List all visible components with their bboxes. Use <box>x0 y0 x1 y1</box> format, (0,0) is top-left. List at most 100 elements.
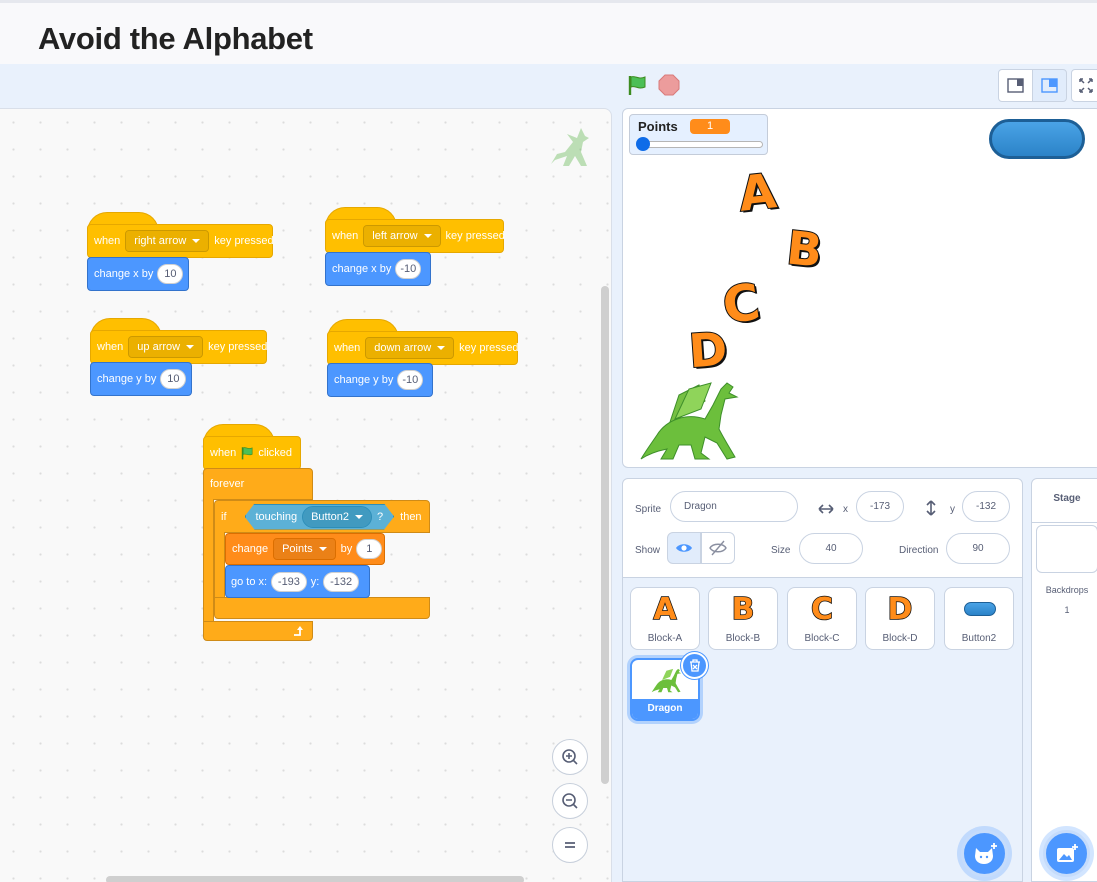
touching-block[interactable]: touching Button2 ? <box>245 504 395 530</box>
key-dropdown[interactable]: left arrow <box>363 225 441 247</box>
x-input[interactable]: -193 <box>271 571 307 592</box>
delete-sprite-button[interactable] <box>681 652 708 679</box>
trash-icon <box>689 659 700 672</box>
stage-canvas[interactable]: Points 1 A B C D <box>622 108 1097 468</box>
zoom-reset-button[interactable] <box>552 827 588 863</box>
choose-backdrop-icon <box>1056 843 1078 862</box>
if-footer <box>214 597 430 619</box>
size-label: Size <box>771 545 791 556</box>
change-y-block[interactable]: change y by -10 <box>327 363 433 397</box>
block-text: when <box>97 341 124 353</box>
block-text: clicked <box>258 447 292 459</box>
sprite-name: Block-C <box>804 633 840 644</box>
workspace-horizontal-scrollbar[interactable] <box>106 876 524 882</box>
y-input[interactable]: -132 <box>323 571 359 592</box>
zoom-in-button[interactable] <box>552 739 588 775</box>
monitor-label: Points <box>638 119 678 134</box>
when-key-pressed-block[interactable]: when down arrow key pressed <box>327 331 518 365</box>
sprite-tile-block-a[interactable]: A Block-A <box>630 587 700 650</box>
variable-dropdown[interactable]: Points <box>273 538 336 560</box>
key-dropdown[interactable]: up arrow <box>128 336 204 358</box>
small-stage-button[interactable] <box>998 69 1033 102</box>
block-text: by <box>340 543 353 555</box>
go-to-xy-block[interactable]: go to x: -193 y: -132 <box>225 565 370 598</box>
monitor-slider-thumb[interactable] <box>636 137 650 151</box>
y-label: y <box>950 504 955 515</box>
number-input[interactable]: 10 <box>157 264 184 284</box>
workspace-vertical-scrollbar[interactable] <box>601 286 609 784</box>
sprite-name: Block-A <box>647 633 683 644</box>
stage-toolbar <box>0 64 1097 108</box>
x-label: x <box>843 504 848 515</box>
forever-block[interactable]: forever <box>203 468 313 500</box>
sprite-tile-block-b[interactable]: B Block-B <box>708 587 778 650</box>
change-x-block[interactable]: change x by 10 <box>87 257 189 291</box>
scratch-editor: Avoid the Alphabet when right arrow key … <box>0 0 1097 882</box>
block-text: change y by <box>334 374 394 386</box>
choose-sprite-button[interactable] <box>961 830 1008 877</box>
letter-d-sprite[interactable]: D <box>686 321 730 380</box>
show-label: Show <box>635 545 661 556</box>
when-flag-clicked-block[interactable]: when clicked <box>203 436 301 470</box>
green-flag-icon[interactable] <box>626 74 648 96</box>
if-arm <box>214 532 225 600</box>
change-x-block[interactable]: change x by -10 <box>325 252 431 286</box>
sprite-tile-block-d[interactable]: D Block-D <box>865 587 935 650</box>
key-dropdown[interactable]: right arrow <box>125 230 210 252</box>
hide-sprite-button[interactable] <box>701 532 735 564</box>
if-then-block[interactable]: if touching Button2 ? then <box>214 500 430 533</box>
size-input[interactable]: 40 <box>799 533 863 564</box>
stage-target-pane[interactable]: Stage Backdrops 1 <box>1031 478 1097 882</box>
forever-footer <box>203 621 313 641</box>
block-text: when <box>94 235 121 247</box>
zoom-in-icon <box>562 749 578 765</box>
monitor-value: 1 <box>690 119 730 134</box>
loop-arrow-icon <box>294 626 303 636</box>
show-sprite-button[interactable] <box>667 532 701 564</box>
block-text: ? <box>377 510 384 523</box>
when-key-pressed-block[interactable]: when left arrow key pressed <box>325 219 505 253</box>
letter-c-sprite[interactable]: C <box>718 272 764 337</box>
change-y-block[interactable]: change y by 10 <box>90 362 192 396</box>
fullscreen-button[interactable] <box>1071 69 1097 102</box>
block-text: change x by <box>94 268 154 280</box>
letter-b-sprite[interactable]: B <box>783 219 826 278</box>
direction-input[interactable]: 90 <box>946 533 1010 564</box>
sprite-name-input[interactable]: Dragon <box>670 491 798 522</box>
button2-sprite[interactable] <box>989 119 1085 159</box>
sprite-thumbnail: C <box>810 591 834 628</box>
block-text: then <box>400 510 422 523</box>
number-input[interactable]: -10 <box>395 259 422 279</box>
normal-stage-button[interactable] <box>1032 69 1067 102</box>
green-flag-icon <box>242 447 253 460</box>
number-input[interactable]: 1 <box>356 539 383 559</box>
x-input[interactable]: -173 <box>856 491 904 522</box>
horizontal-arrows-icon <box>818 504 834 514</box>
button-thumbnail <box>964 602 996 616</box>
choose-backdrop-button[interactable] <box>1043 830 1090 877</box>
y-input[interactable]: -132 <box>962 491 1010 522</box>
block-text: change y by <box>97 373 157 385</box>
zoom-reset-icon <box>565 842 575 848</box>
key-dropdown[interactable]: down arrow <box>365 337 455 359</box>
number-input[interactable]: 10 <box>160 369 187 389</box>
eye-hidden-icon <box>709 540 727 556</box>
block-text: touching <box>255 510 298 523</box>
points-monitor: Points 1 <box>629 114 768 155</box>
zoom-out-button[interactable] <box>552 783 588 819</box>
stop-icon[interactable] <box>658 74 680 96</box>
sprite-tile-button2[interactable]: Button2 <box>944 587 1014 650</box>
stage-thumbnail[interactable] <box>1036 525 1097 573</box>
change-variable-block[interactable]: change Points by 1 <box>225 533 385 565</box>
when-key-pressed-block[interactable]: when up arrow key pressed <box>90 330 267 364</box>
monitor-slider-track[interactable] <box>643 141 763 148</box>
number-input[interactable]: -10 <box>397 370 424 390</box>
touching-target-dropdown[interactable]: Button2 <box>302 506 372 528</box>
backdrops-count: 1 <box>1064 605 1070 615</box>
letter-a-sprite[interactable]: A <box>735 162 780 224</box>
dragon-sprite[interactable] <box>639 375 743 463</box>
when-key-pressed-block[interactable]: when right arrow key pressed <box>87 224 274 258</box>
block-text: when <box>332 230 359 242</box>
sprite-tile-block-c[interactable]: C Block-C <box>787 587 857 650</box>
forever-arm <box>203 499 214 623</box>
